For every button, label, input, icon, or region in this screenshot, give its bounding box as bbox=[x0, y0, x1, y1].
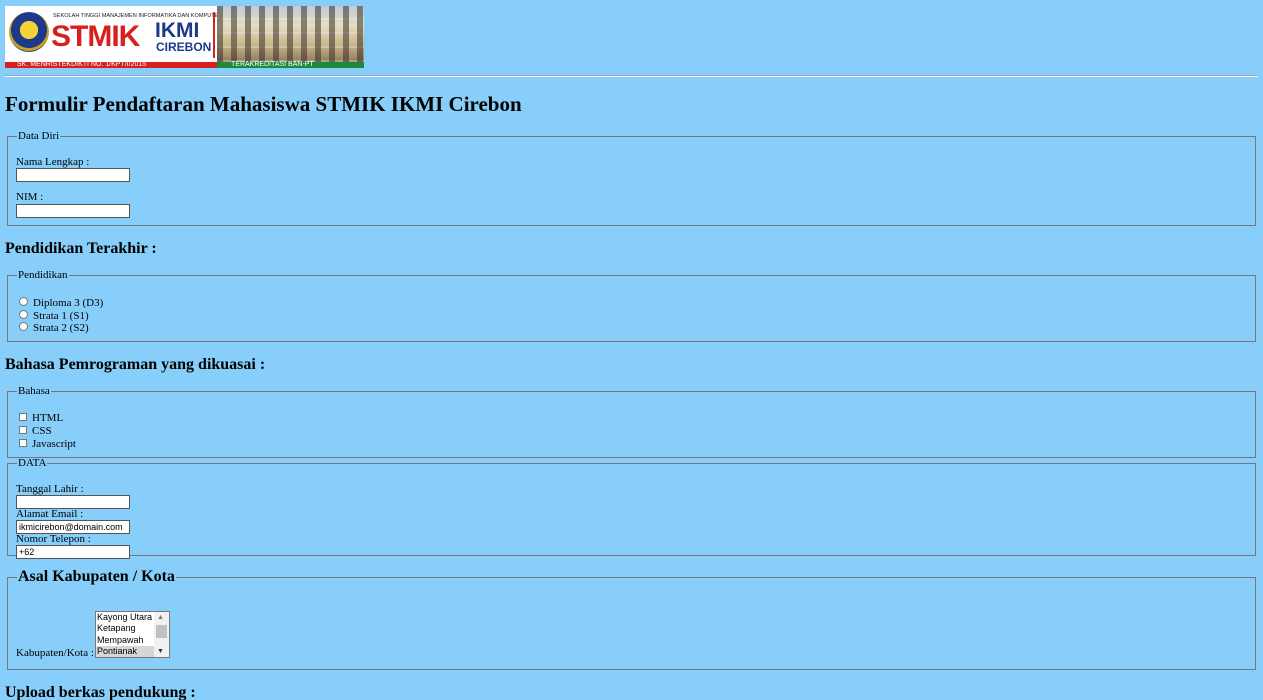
nim-label: NIM : bbox=[16, 191, 44, 203]
checkbox-label: Javascript bbox=[32, 438, 76, 450]
email-input[interactable]: ikmicirebon@domain.com bbox=[16, 520, 130, 534]
fieldset-asal: Asal Kabupaten / Kota Kabupaten/Kota : K… bbox=[7, 569, 1256, 670]
campus-logo-icon bbox=[9, 12, 49, 52]
legend-data-diri: Data Diri bbox=[18, 130, 60, 142]
checkbox[interactable] bbox=[19, 439, 27, 447]
banner-divider bbox=[213, 12, 215, 58]
nama-input[interactable] bbox=[16, 168, 130, 182]
checkbox-option-css[interactable]: CSS bbox=[19, 426, 52, 437]
radio-option-s2[interactable]: Strata 2 (S2) bbox=[19, 322, 89, 334]
listbox-scrollbar[interactable]: ▲ ▼ bbox=[154, 612, 169, 657]
upload-heading: Upload berkas pendukung : bbox=[5, 684, 196, 700]
checkbox[interactable] bbox=[19, 413, 27, 421]
nim-input[interactable] bbox=[16, 204, 130, 218]
fieldset-data-diri: Data Diri Nama Lengkap : NIM : bbox=[7, 131, 1256, 226]
checkbox[interactable] bbox=[19, 426, 27, 434]
bahasa-heading: Bahasa Pemrograman yang dikuasai : bbox=[5, 356, 266, 373]
checkbox-option-javascript[interactable]: Javascript bbox=[19, 439, 76, 450]
banner-brand-city: CIREBON bbox=[156, 40, 212, 54]
banner-brand-ikmi: IKMI bbox=[155, 19, 200, 42]
radio-label: Strata 1 (S1) bbox=[33, 310, 89, 322]
scroll-up-icon[interactable]: ▲ bbox=[157, 614, 164, 621]
campus-building-image bbox=[217, 6, 364, 62]
email-label: Alamat Email : bbox=[16, 508, 84, 520]
banner-accreditation: TERAKREDITASI BAN-PT bbox=[217, 61, 364, 68]
page-title: Formulir Pendaftaran Mahasiswa STMIK IKM… bbox=[5, 92, 522, 116]
pendidikan-heading: Pendidikan Terakhir : bbox=[5, 240, 157, 257]
scroll-down-icon[interactable]: ▼ bbox=[157, 648, 164, 655]
radio-option-s1[interactable]: Strata 1 (S1) bbox=[19, 310, 89, 322]
radio-button[interactable] bbox=[19, 310, 28, 319]
kabupaten-select[interactable]: Kayong Utara Ketapang Mempawah Pontianak… bbox=[95, 611, 170, 658]
radio-button[interactable] bbox=[19, 322, 28, 331]
radio-label: Strata 2 (S2) bbox=[33, 322, 89, 334]
kabupaten-option-selected[interactable]: Pontianak bbox=[96, 645, 154, 658]
banner-decree: SK. MENRISTEKDIKTI NO. 1/KPT/I/2015 bbox=[5, 61, 217, 68]
tanggal-lahir-input[interactable] bbox=[16, 495, 130, 509]
legend-pendidikan: Pendidikan bbox=[18, 269, 68, 281]
legend-bahasa: Bahasa bbox=[18, 385, 50, 397]
checkbox-option-html[interactable]: HTML bbox=[19, 413, 63, 424]
banner-brand-main: STMIK bbox=[51, 20, 140, 53]
kabupaten-option[interactable]: Kayong Utara bbox=[96, 612, 154, 623]
fieldset-data: DATA Tanggal Lahir : Alamat Email : ikmi… bbox=[7, 457, 1256, 559]
kabupaten-option[interactable]: Ketapang bbox=[96, 623, 154, 634]
fieldset-pendidikan: Pendidikan Diploma 3 (D3) Strata 1 (S1) … bbox=[7, 270, 1256, 342]
checkbox-label: CSS bbox=[32, 425, 52, 437]
kabupaten-options: Kayong Utara Ketapang Mempawah Pontianak bbox=[96, 612, 154, 658]
tanggal-lahir-label: Tanggal Lahir : bbox=[16, 483, 84, 495]
header-banner: SEKOLAH TINGGI MANAJEMEN INFORMATIKA DAN… bbox=[5, 6, 364, 68]
radio-label: Diploma 3 (D3) bbox=[33, 297, 104, 309]
nama-label: Nama Lengkap : bbox=[16, 156, 90, 168]
radio-button[interactable] bbox=[19, 297, 28, 306]
kabupaten-label: Kabupaten/Kota : bbox=[16, 647, 94, 659]
telepon-input[interactable]: +62 bbox=[16, 545, 130, 559]
checkbox-label: HTML bbox=[32, 412, 64, 424]
radio-option-d3[interactable]: Diploma 3 (D3) bbox=[19, 297, 103, 309]
kabupaten-option[interactable]: Mempawah bbox=[96, 635, 154, 646]
horizontal-rule bbox=[5, 75, 1258, 77]
scroll-thumb[interactable] bbox=[156, 625, 167, 638]
legend-asal: Asal Kabupaten / Kota bbox=[18, 568, 175, 585]
telepon-label: Nomor Telepon : bbox=[16, 533, 91, 545]
legend-data: DATA bbox=[18, 457, 47, 469]
fieldset-bahasa: Bahasa HTML CSS Javascript bbox=[7, 386, 1256, 458]
registration-page: SEKOLAH TINGGI MANAJEMEN INFORMATIKA DAN… bbox=[0, 0, 1263, 700]
